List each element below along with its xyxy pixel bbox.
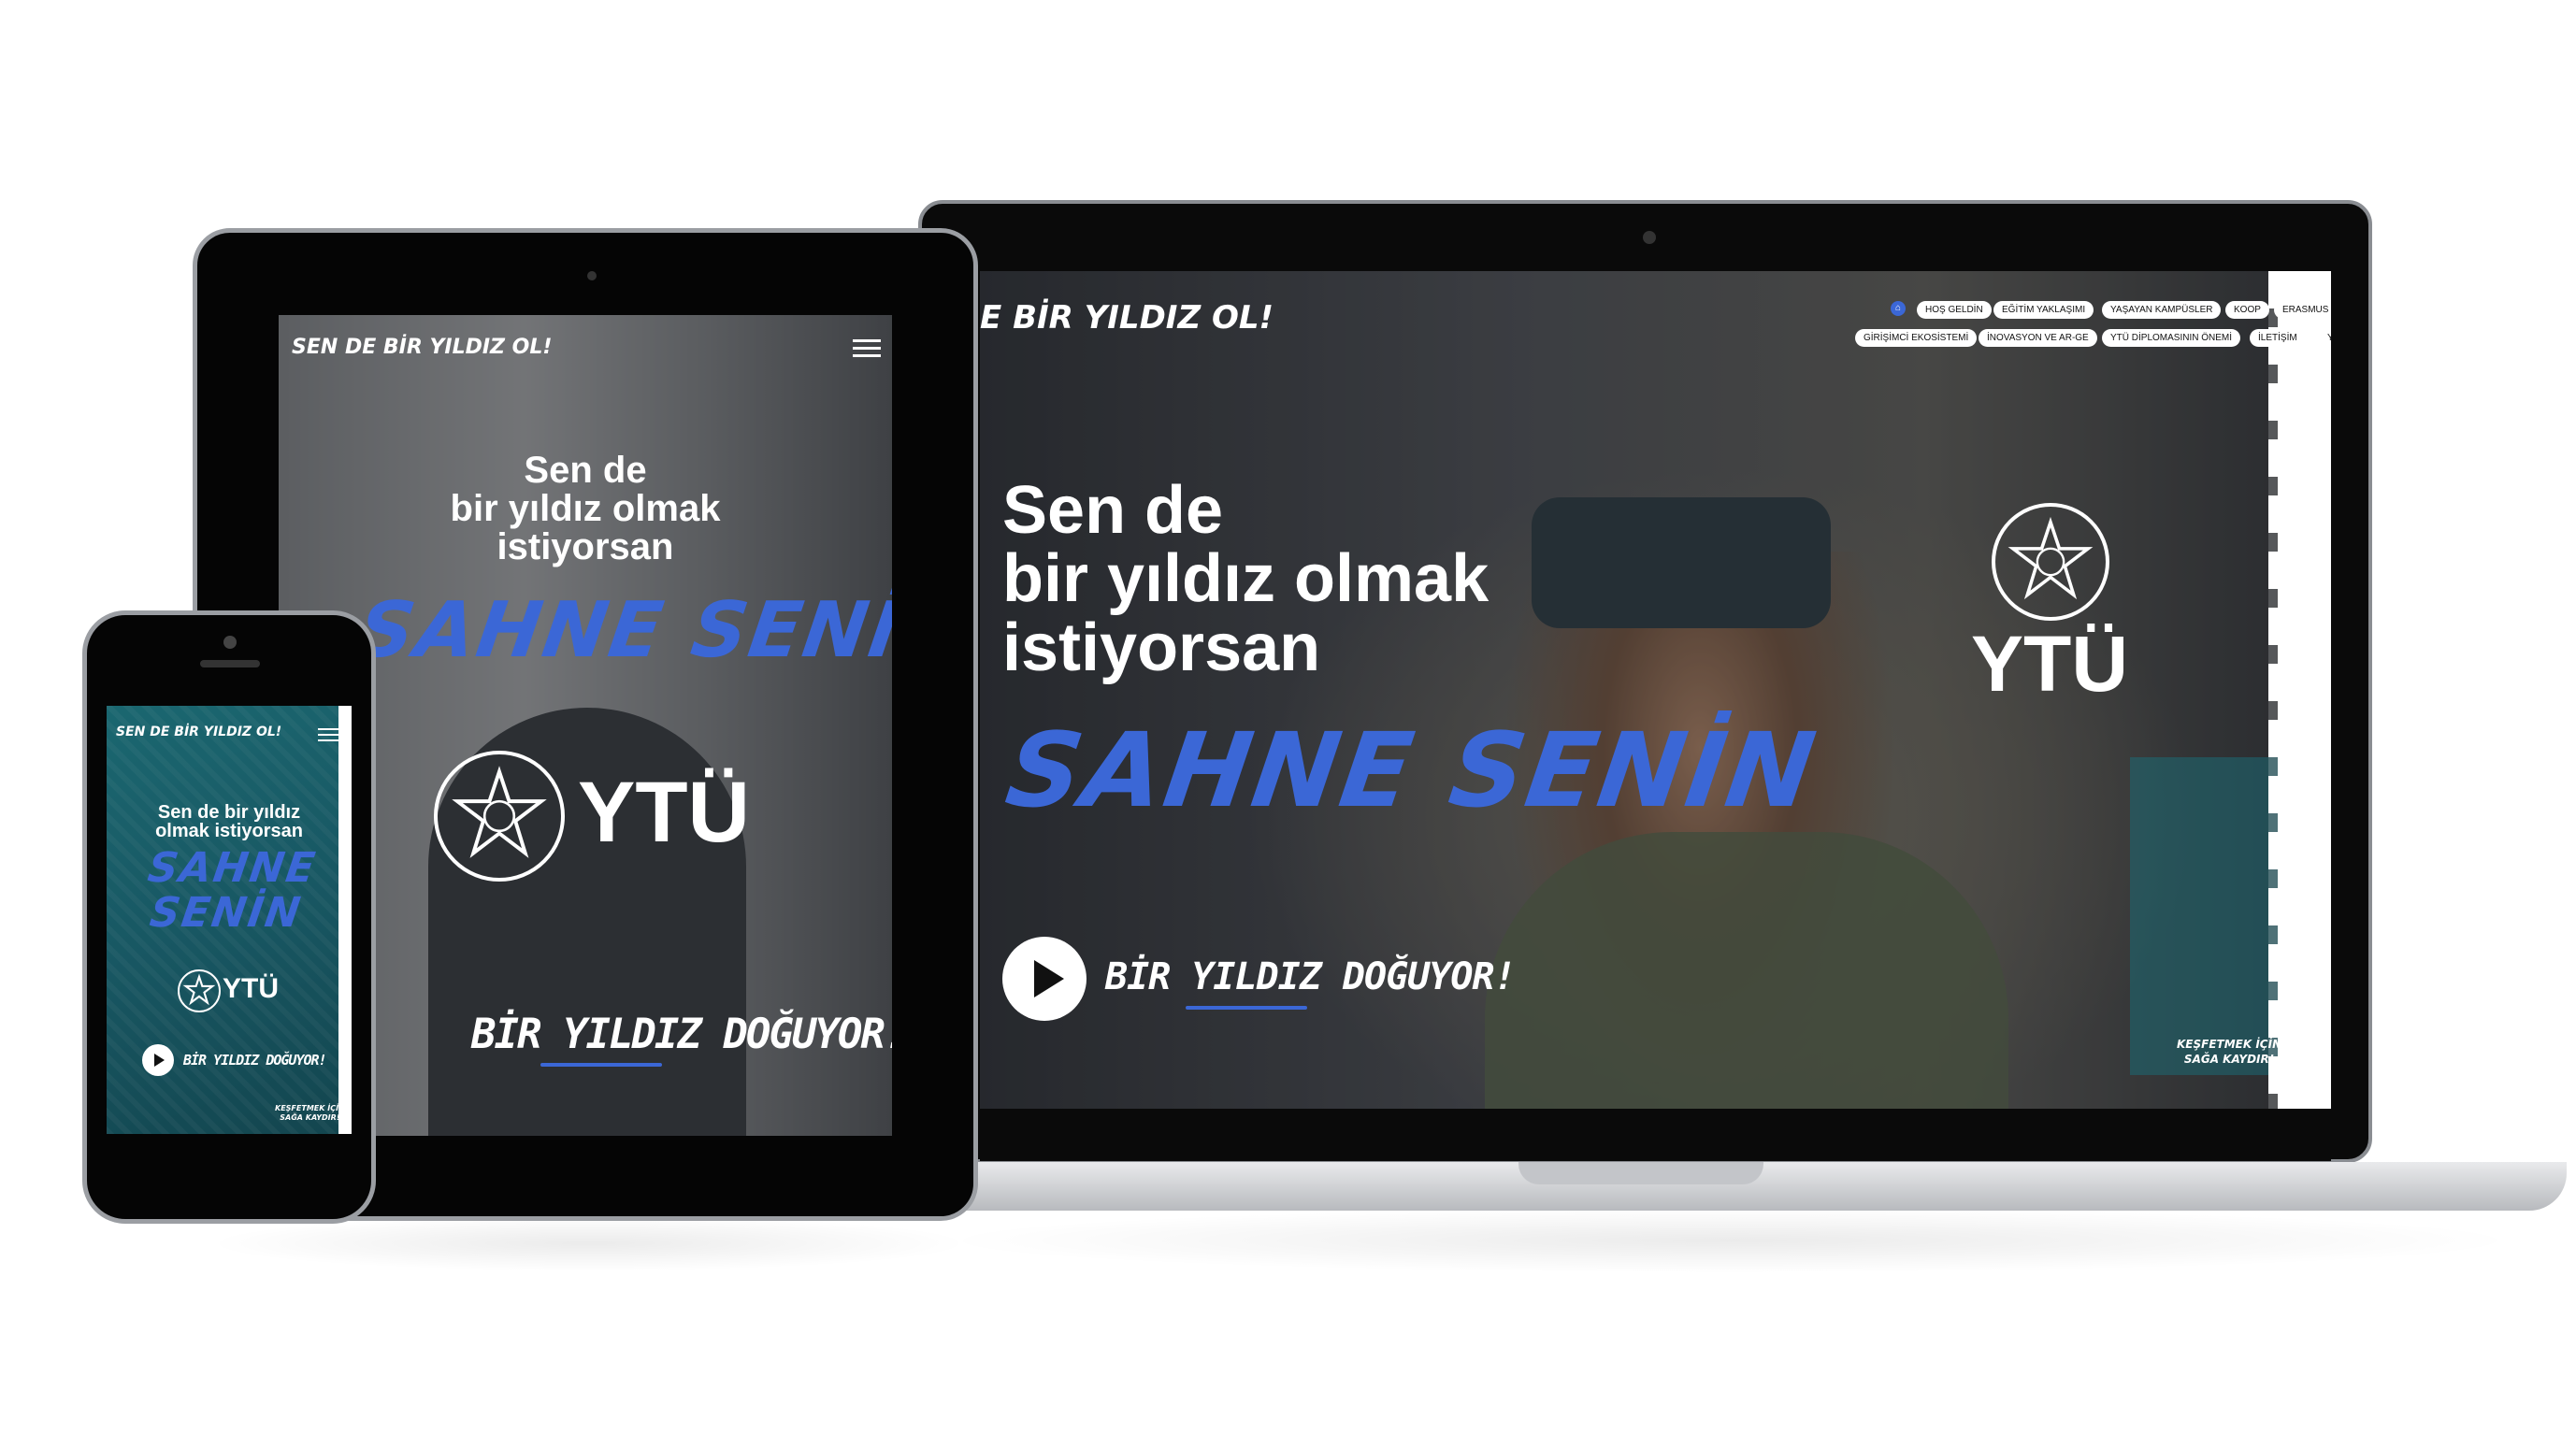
nav-item[interactable]: YTÜ DİPLOMASININ ÖNEMİ xyxy=(2102,329,2241,347)
hamburger-icon[interactable] xyxy=(853,339,881,362)
hero-heading: Sen de bir yıldız olmak istiyorsan xyxy=(1002,473,1489,685)
nav-item[interactable]: GİRİŞİMCİ EKOSİSTEMİ xyxy=(1855,329,1978,347)
phone-scroll-hint: KEŞFETMEK İÇİN SAĞA KAYDIR! xyxy=(275,1104,345,1124)
phone-brush-edge xyxy=(338,706,352,1134)
phone-scroll-hint-line-2: SAĞA KAYDIR! xyxy=(280,1113,340,1123)
phone-script-line-2: SENİN xyxy=(147,888,306,937)
phone-script-line-1: SAHNE xyxy=(145,844,320,892)
phone-screen: SEN DE BİR YILDIZ OL! Sen de bir yıldız … xyxy=(107,706,352,1134)
laptop-camera xyxy=(1643,231,1656,244)
tablet-tagline[interactable]: SEN DE BİR YILDIZ OL! xyxy=(292,336,552,359)
university-seal xyxy=(1992,503,2109,621)
nav-item[interactable]: HOŞ GELDİN xyxy=(1917,301,1992,319)
nav-item[interactable]: ERASMUS xyxy=(2274,301,2331,319)
nav-item[interactable]: EĞİTİM YAKLAŞIMI xyxy=(1993,301,2094,319)
phone-heading-line-2: olmak istiyorsan xyxy=(155,821,303,842)
cta-underline xyxy=(1186,1006,1307,1010)
hero-heading-line-2: bir yıldız olmak xyxy=(1002,541,1489,617)
tablet-script-title: SAHNE SENİN xyxy=(353,586,892,675)
phone-heading-line-1: Sen de bir yıldız xyxy=(157,802,301,823)
nav-item[interactable]: İLETİŞİM xyxy=(2250,329,2306,347)
tablet-heading-line-2: bir yıldız olmak xyxy=(450,487,721,529)
phone-script-title: SAHNE SENİN xyxy=(107,844,352,937)
tablet-hero-heading: Sen de bir yıldız olmak istiyorsan xyxy=(279,452,892,566)
phone-university-seal xyxy=(178,969,221,1012)
hero-script-title: SAHNE SENİN xyxy=(1000,710,1824,830)
play-icon[interactable] xyxy=(1002,937,1087,1021)
tablet-heading-line-1: Sen de xyxy=(524,450,647,491)
phone-camera xyxy=(223,636,237,649)
tablet-university-seal xyxy=(434,751,565,882)
phone-scroll-hint-line-1: KEŞFETMEK İÇİN xyxy=(275,1104,345,1112)
hero-heading-line-3: istiyorsan xyxy=(1002,610,1321,685)
ytu-logo: YTÜ xyxy=(1971,620,2128,708)
cta-label[interactable]: BİR YILDIZ DOĞUYOR! xyxy=(1105,955,1517,998)
brush-edge-texture xyxy=(2268,271,2278,1109)
scroll-hint-line-2: SAĞA KAYDIR! xyxy=(2183,1052,2275,1066)
scroll-hint: KEŞFETMEK İÇİN SAĞA KAYDIR! xyxy=(2177,1038,2281,1067)
nav-item[interactable]: YAŞAYAN KAMPÜSLER xyxy=(2102,301,2222,319)
tablet-heading-line-3: istiyorsan xyxy=(496,525,674,567)
home-icon[interactable]: ⌂ xyxy=(1891,301,1906,316)
tablet-ytu-logo: YTÜ xyxy=(578,765,750,860)
nav-item[interactable]: YTÜ xyxy=(2319,329,2331,347)
phone-tagline[interactable]: SEN DE BİR YILDIZ OL! xyxy=(116,724,281,739)
phone-ytu-logo: YTÜ xyxy=(223,973,279,1004)
laptop-hinge-notch xyxy=(1518,1162,1763,1184)
laptop-bezel-bottom xyxy=(980,1109,2331,1161)
laptop-shadow xyxy=(935,1208,2525,1273)
nav-item[interactable]: İNOVASYON VE AR-GE xyxy=(1979,329,2097,347)
phone-speaker xyxy=(200,660,260,667)
scroll-hint-line-1: KEŞFETMEK İÇİN xyxy=(2177,1038,2282,1051)
phone-cta-label[interactable]: BİR YILDIZ DOĞUYOR! xyxy=(183,1052,327,1069)
phone-hero-heading: Sen de bir yıldız olmak istiyorsan xyxy=(107,803,352,841)
tablet-cta-underline xyxy=(540,1063,662,1067)
laptop-screen: E BİR YILDIZ OL! ⌂ Sen de bir yıldız olm… xyxy=(980,271,2331,1109)
site-tagline[interactable]: E BİR YILDIZ OL! xyxy=(980,299,1274,337)
tablet-camera xyxy=(587,271,597,280)
tablet-cta-label[interactable]: BİR YILDIZ DOĞUYOR! xyxy=(471,1011,892,1058)
nav-item[interactable]: KOOP xyxy=(2225,301,2269,319)
phone-play-icon[interactable] xyxy=(142,1044,174,1076)
brush-edge xyxy=(2278,271,2331,1109)
tablet-shadow xyxy=(206,1215,972,1271)
hero-heading-line-1: Sen de xyxy=(1002,473,1224,548)
